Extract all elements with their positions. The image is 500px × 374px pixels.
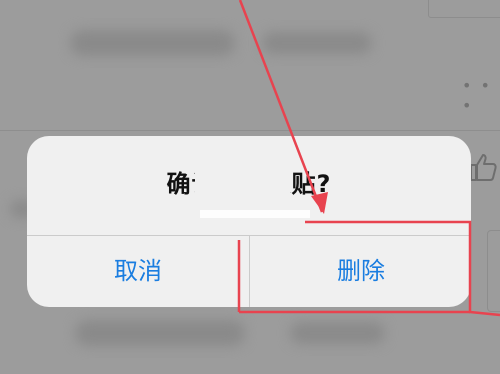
background-box	[428, 0, 500, 18]
blurred-text	[75, 320, 245, 346]
more-icon: • • •	[462, 76, 492, 115]
background-box	[487, 230, 500, 312]
thumbs-up-icon	[470, 154, 497, 181]
list-divider	[0, 130, 500, 131]
blurred-text	[70, 30, 235, 56]
blurred-text	[290, 322, 385, 344]
cancel-button[interactable]: 取消	[27, 235, 249, 307]
blurred-text	[262, 32, 372, 54]
glare-patch	[200, 210, 310, 218]
glare-patch	[195, 155, 290, 215]
delete-button[interactable]: 删除	[250, 235, 471, 307]
